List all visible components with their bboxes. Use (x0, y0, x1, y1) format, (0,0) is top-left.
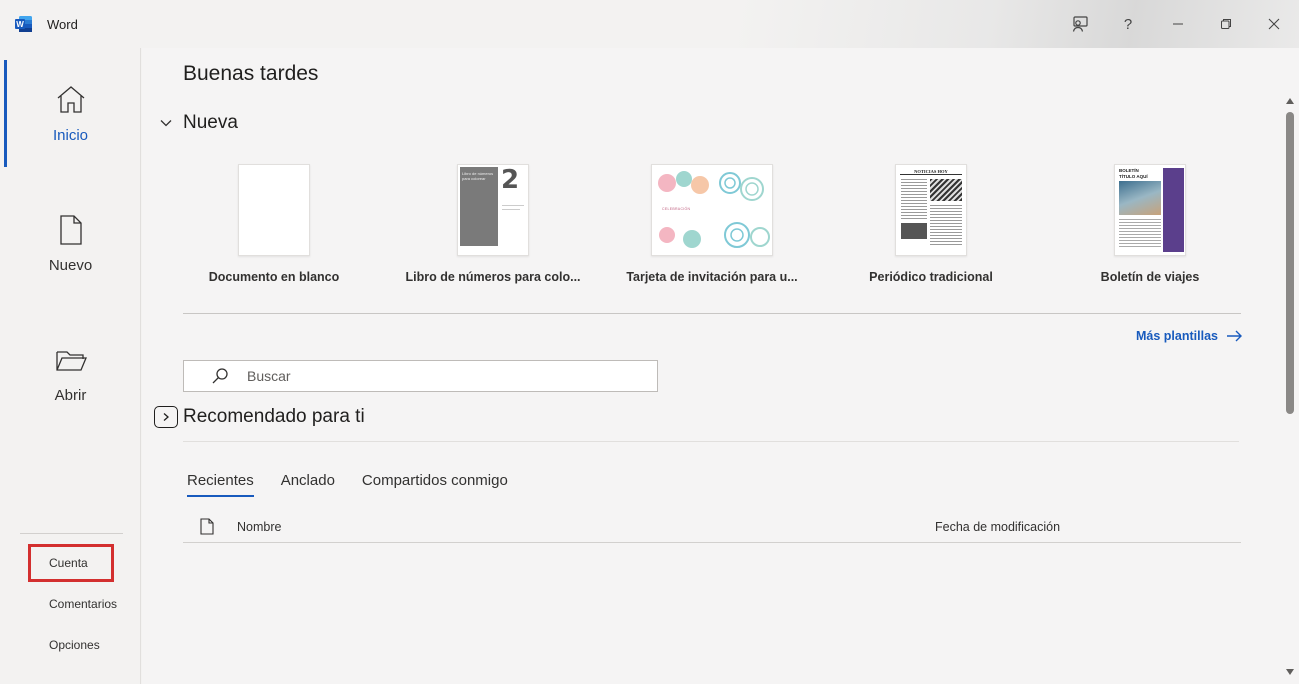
folder-open-icon (55, 351, 87, 371)
file-icon (200, 518, 214, 535)
template-label: Documento en blanco (208, 270, 340, 284)
restore-button[interactable] (1211, 10, 1241, 38)
thumbnail-number: 2 (501, 165, 520, 195)
word-logo-icon: W (15, 16, 32, 32)
tab-recientes[interactable]: Recientes (187, 472, 254, 497)
template-thumbnail (238, 164, 310, 256)
chevron-down-icon (160, 120, 172, 127)
search-input[interactable] (247, 368, 627, 384)
scroll-up-arrow[interactable] (1285, 97, 1295, 105)
nav-item-nuevo[interactable]: Nuevo (0, 213, 141, 313)
recommended-title: Recomendado para ti (183, 406, 365, 427)
column-name[interactable]: Nombre (237, 520, 281, 534)
templates-divider (183, 313, 1241, 314)
help-label: ? (1123, 15, 1133, 33)
main-content: Buenas tardes Nueva Documento en blanco … (142, 48, 1299, 684)
search-icon (212, 368, 228, 384)
template-label: Libro de números para colo... (405, 270, 581, 284)
help-button[interactable]: ? (1113, 10, 1143, 38)
minimize-icon (1173, 23, 1183, 25)
nav-label-inicio: Inicio (52, 127, 89, 144)
chevron-right-icon (163, 413, 169, 421)
recommended-divider (183, 441, 1239, 442)
scroll-down-arrow[interactable] (1285, 668, 1295, 676)
template-label: Tarjeta de invitación para u... (626, 270, 798, 284)
template-invitation-card[interactable]: CELEBRACIÓN Tarjeta de invitación para u… (612, 164, 812, 284)
template-coloring-book[interactable]: Libro de números para colorear 2 Libro d… (393, 164, 593, 284)
close-icon (1268, 18, 1280, 30)
arrow-right-icon (1226, 330, 1242, 342)
feedback-icon (1072, 16, 1088, 32)
thumbnail-text: Libro de números para colorear (462, 171, 494, 181)
nav-item-abrir[interactable]: Abrir (0, 343, 141, 443)
template-thumbnail: BOLETÍN TÍTULO AQUÍ (1114, 164, 1186, 256)
nav-link-cuenta[interactable]: Cuenta (49, 556, 88, 570)
thumbnail-title-2: TÍTULO AQUÍ (1119, 174, 1148, 179)
app-title: Word (47, 17, 78, 32)
column-modified[interactable]: Fecha de modificación (935, 520, 1060, 534)
minimize-button[interactable] (1163, 10, 1193, 38)
template-blank[interactable]: Documento en blanco (174, 164, 374, 284)
nav-link-comentarios[interactable]: Comentarios (49, 597, 117, 611)
svg-text:W: W (16, 20, 24, 29)
more-templates-link[interactable]: Más plantillas (1136, 329, 1242, 343)
template-newspaper[interactable]: NOTICIAS HOY Periódico tradicional (831, 164, 1031, 284)
nav-link-opciones[interactable]: Opciones (49, 638, 100, 652)
file-list-header: Nombre Fecha de modificación (183, 517, 1241, 543)
new-section-toggle[interactable]: Nueva (159, 112, 238, 134)
expand-button[interactable] (154, 406, 178, 428)
scrollbar-thumb[interactable] (1286, 112, 1294, 414)
tab-compartidos[interactable]: Compartidos conmigo (362, 472, 508, 497)
close-button[interactable] (1259, 10, 1289, 38)
template-label: Boletín de viajes (1100, 270, 1200, 284)
nav-divider (20, 533, 123, 534)
new-section-title: Nueva (183, 112, 238, 133)
nav-item-inicio[interactable]: Inicio (0, 83, 141, 183)
title-bar: W Word ? (0, 0, 1299, 48)
template-label: Periódico tradicional (869, 270, 993, 284)
template-thumbnail: Libro de números para colorear 2 (457, 164, 529, 256)
tab-anclado[interactable]: Anclado (281, 472, 335, 497)
thumbnail-header: NOTICIAS HOY (900, 169, 962, 175)
more-templates-label: Más plantillas (1136, 329, 1218, 343)
restore-icon (1221, 19, 1231, 29)
template-travel-newsletter[interactable]: BOLETÍN TÍTULO AQUÍ Boletín de viajes (1050, 164, 1250, 284)
nav-label-nuevo: Nuevo (48, 257, 93, 274)
new-document-icon (59, 215, 82, 245)
file-tabs: Recientes Anclado Compartidos conmigo (187, 472, 535, 497)
thumbnail-caption: CELEBRACIÓN (662, 207, 691, 211)
search-box[interactable] (183, 360, 658, 392)
template-thumbnail: CELEBRACIÓN (651, 164, 773, 256)
greeting-title: Buenas tardes (183, 62, 319, 85)
home-icon (57, 86, 84, 113)
left-nav: Inicio Nuevo Abrir Cuenta Comentarios Op… (0, 48, 141, 684)
nav-label-abrir: Abrir (54, 387, 87, 404)
recommended-section-toggle[interactable]: Recomendado para ti (154, 406, 365, 428)
template-thumbnail: NOTICIAS HOY (895, 164, 967, 256)
feedback-button[interactable] (1065, 10, 1095, 38)
